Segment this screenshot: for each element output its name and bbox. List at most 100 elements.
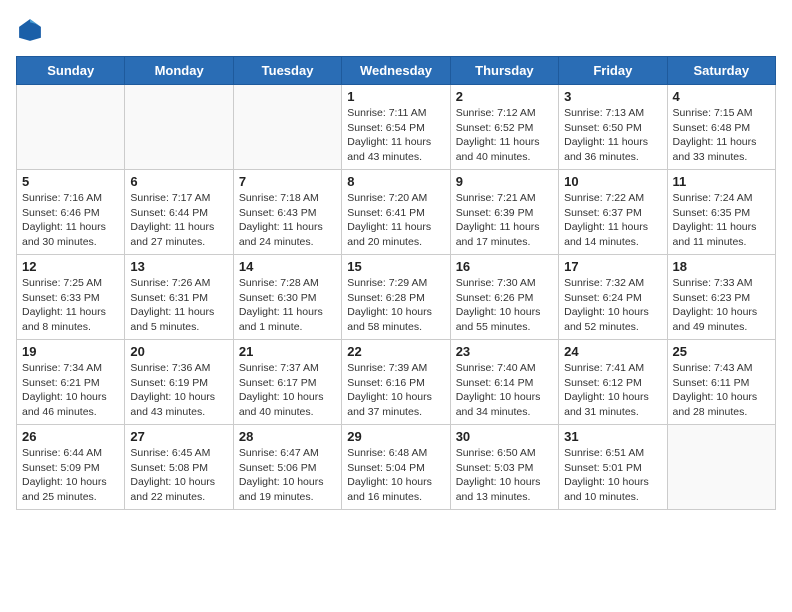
day-info: Sunrise: 7:20 AM Sunset: 6:41 PM Dayligh… — [347, 191, 444, 250]
day-number: 20 — [130, 344, 227, 359]
calendar-week-row: 5 Sunrise: 7:16 AM Sunset: 6:46 PM Daylig… — [17, 170, 776, 255]
day-of-week-header: Saturday — [667, 57, 775, 85]
day-info: Sunrise: 6:47 AM Sunset: 5:06 PM Dayligh… — [239, 446, 336, 505]
day-number: 9 — [456, 174, 553, 189]
calendar-cell: 5 Sunrise: 7:16 AM Sunset: 6:46 PM Daylig… — [17, 170, 125, 255]
day-info: Sunrise: 7:26 AM Sunset: 6:31 PM Dayligh… — [130, 276, 227, 335]
calendar-cell: 13 Sunrise: 7:26 AM Sunset: 6:31 PM Dayli… — [125, 255, 233, 340]
day-number: 22 — [347, 344, 444, 359]
day-number: 24 — [564, 344, 661, 359]
calendar-cell: 2Sunrise: 7:12 AM Sunset: 6:52 PM Daylig… — [450, 85, 558, 170]
day-number: 12 — [22, 259, 119, 274]
calendar-cell: 14 Sunrise: 7:28 AM Sunset: 6:30 PM Dayli… — [233, 255, 341, 340]
day-info: Sunrise: 6:50 AM Sunset: 5:03 PM Dayligh… — [456, 446, 553, 505]
day-info: Sunrise: 7:17 AM Sunset: 6:44 PM Dayligh… — [130, 191, 227, 250]
day-number: 25 — [673, 344, 770, 359]
day-number: 19 — [22, 344, 119, 359]
day-number: 8 — [347, 174, 444, 189]
day-info: Sunrise: 7:34 AM Sunset: 6:21 PM Dayligh… — [22, 361, 119, 420]
day-of-week-header: Tuesday — [233, 57, 341, 85]
calendar-cell: 17 Sunrise: 7:32 AM Sunset: 6:24 PM Dayli… — [559, 255, 667, 340]
calendar-week-row: 26 Sunrise: 6:44 AM Sunset: 5:09 PM Dayli… — [17, 425, 776, 510]
day-info: Sunrise: 6:48 AM Sunset: 5:04 PM Dayligh… — [347, 446, 444, 505]
day-number: 13 — [130, 259, 227, 274]
day-info: Sunrise: 7:30 AM Sunset: 6:26 PM Dayligh… — [456, 276, 553, 335]
logo — [16, 16, 48, 44]
day-number: 16 — [456, 259, 553, 274]
calendar-cell: 7Sunrise: 7:18 AM Sunset: 6:43 PM Daylig… — [233, 170, 341, 255]
day-info: Sunrise: 7:36 AM Sunset: 6:19 PM Dayligh… — [130, 361, 227, 420]
calendar-cell: 26 Sunrise: 6:44 AM Sunset: 5:09 PM Dayli… — [17, 425, 125, 510]
day-number: 15 — [347, 259, 444, 274]
day-number: 31 — [564, 429, 661, 444]
calendar-cell: 15 Sunrise: 7:29 AM Sunset: 6:28 PM Dayli… — [342, 255, 450, 340]
day-info: Sunrise: 7:22 AM Sunset: 6:37 PM Dayligh… — [564, 191, 661, 250]
day-number: 14 — [239, 259, 336, 274]
calendar-cell: 9 Sunrise: 7:21 AM Sunset: 6:39 PM Daylig… — [450, 170, 558, 255]
day-info: Sunrise: 7:41 AM Sunset: 6:12 PM Dayligh… — [564, 361, 661, 420]
day-info: Sunrise: 7:18 AM Sunset: 6:43 PM Dayligh… — [239, 191, 336, 250]
day-number: 18 — [673, 259, 770, 274]
calendar-cell: 29 Sunrise: 6:48 AM Sunset: 5:04 PM Dayli… — [342, 425, 450, 510]
calendar-cell: 19 Sunrise: 7:34 AM Sunset: 6:21 PM Dayli… — [17, 340, 125, 425]
calendar-cell: 11 Sunrise: 7:24 AM Sunset: 6:35 PM Dayli… — [667, 170, 775, 255]
day-number: 11 — [673, 174, 770, 189]
day-number: 23 — [456, 344, 553, 359]
day-number: 1 — [347, 89, 444, 104]
day-info: Sunrise: 7:11 AM Sunset: 6:54 PM Dayligh… — [347, 106, 444, 165]
calendar-cell: 1 Sunrise: 7:11 AM Sunset: 6:54 PM Daylig… — [342, 85, 450, 170]
day-number: 10 — [564, 174, 661, 189]
day-info: Sunrise: 7:15 AM Sunset: 6:48 PM Dayligh… — [673, 106, 770, 165]
day-info: Sunrise: 7:32 AM Sunset: 6:24 PM Dayligh… — [564, 276, 661, 335]
day-number: 26 — [22, 429, 119, 444]
calendar-cell: 6Sunrise: 7:17 AM Sunset: 6:44 PM Daylig… — [125, 170, 233, 255]
calendar-cell: 16 Sunrise: 7:30 AM Sunset: 6:26 PM Dayli… — [450, 255, 558, 340]
calendar-cell: 24 Sunrise: 7:41 AM Sunset: 6:12 PM Dayli… — [559, 340, 667, 425]
calendar-cell: 25 Sunrise: 7:43 AM Sunset: 6:11 PM Dayli… — [667, 340, 775, 425]
day-info: Sunrise: 7:37 AM Sunset: 6:17 PM Dayligh… — [239, 361, 336, 420]
day-of-week-header: Monday — [125, 57, 233, 85]
calendar-cell: 3Sunrise: 7:13 AM Sunset: 6:50 PM Daylig… — [559, 85, 667, 170]
calendar-cell: 31 Sunrise: 6:51 AM Sunset: 5:01 PM Dayli… — [559, 425, 667, 510]
day-info: Sunrise: 7:16 AM Sunset: 6:46 PM Dayligh… — [22, 191, 119, 250]
day-number: 17 — [564, 259, 661, 274]
page-header — [16, 16, 776, 44]
calendar-cell: 20 Sunrise: 7:36 AM Sunset: 6:19 PM Dayli… — [125, 340, 233, 425]
day-info: Sunrise: 7:21 AM Sunset: 6:39 PM Dayligh… — [456, 191, 553, 250]
calendar-week-row: 12 Sunrise: 7:25 AM Sunset: 6:33 PM Dayli… — [17, 255, 776, 340]
day-number: 5 — [22, 174, 119, 189]
calendar-cell: 30 Sunrise: 6:50 AM Sunset: 5:03 PM Dayli… — [450, 425, 558, 510]
calendar-week-row: 19 Sunrise: 7:34 AM Sunset: 6:21 PM Dayli… — [17, 340, 776, 425]
calendar-cell: 4Sunrise: 7:15 AM Sunset: 6:48 PM Daylig… — [667, 85, 775, 170]
calendar-cell — [17, 85, 125, 170]
day-number: 28 — [239, 429, 336, 444]
calendar-cell: 18 Sunrise: 7:33 AM Sunset: 6:23 PM Dayli… — [667, 255, 775, 340]
calendar-cell — [125, 85, 233, 170]
day-info: Sunrise: 6:45 AM Sunset: 5:08 PM Dayligh… — [130, 446, 227, 505]
day-info: Sunrise: 6:51 AM Sunset: 5:01 PM Dayligh… — [564, 446, 661, 505]
day-number: 30 — [456, 429, 553, 444]
day-info: Sunrise: 7:29 AM Sunset: 6:28 PM Dayligh… — [347, 276, 444, 335]
day-info: Sunrise: 7:33 AM Sunset: 6:23 PM Dayligh… — [673, 276, 770, 335]
calendar-cell: 8 Sunrise: 7:20 AM Sunset: 6:41 PM Daylig… — [342, 170, 450, 255]
day-number: 29 — [347, 429, 444, 444]
calendar-cell — [233, 85, 341, 170]
day-of-week-header: Thursday — [450, 57, 558, 85]
day-info: Sunrise: 6:44 AM Sunset: 5:09 PM Dayligh… — [22, 446, 119, 505]
day-of-week-header: Sunday — [17, 57, 125, 85]
day-info: Sunrise: 7:25 AM Sunset: 6:33 PM Dayligh… — [22, 276, 119, 335]
calendar-cell: 22Sunrise: 7:39 AM Sunset: 6:16 PM Dayli… — [342, 340, 450, 425]
day-info: Sunrise: 7:13 AM Sunset: 6:50 PM Dayligh… — [564, 106, 661, 165]
calendar-cell: 28 Sunrise: 6:47 AM Sunset: 5:06 PM Dayli… — [233, 425, 341, 510]
day-info: Sunrise: 7:24 AM Sunset: 6:35 PM Dayligh… — [673, 191, 770, 250]
day-number: 2 — [456, 89, 553, 104]
calendar-cell — [667, 425, 775, 510]
calendar-week-row: 1 Sunrise: 7:11 AM Sunset: 6:54 PM Daylig… — [17, 85, 776, 170]
calendar-table: SundayMondayTuesdayWednesdayThursdayFrid… — [16, 56, 776, 510]
calendar-header-row: SundayMondayTuesdayWednesdayThursdayFrid… — [17, 57, 776, 85]
calendar-cell: 12 Sunrise: 7:25 AM Sunset: 6:33 PM Dayli… — [17, 255, 125, 340]
calendar-cell: 10 Sunrise: 7:22 AM Sunset: 6:37 PM Dayli… — [559, 170, 667, 255]
day-number: 21 — [239, 344, 336, 359]
day-info: Sunrise: 7:28 AM Sunset: 6:30 PM Dayligh… — [239, 276, 336, 335]
day-info: Sunrise: 7:43 AM Sunset: 6:11 PM Dayligh… — [673, 361, 770, 420]
